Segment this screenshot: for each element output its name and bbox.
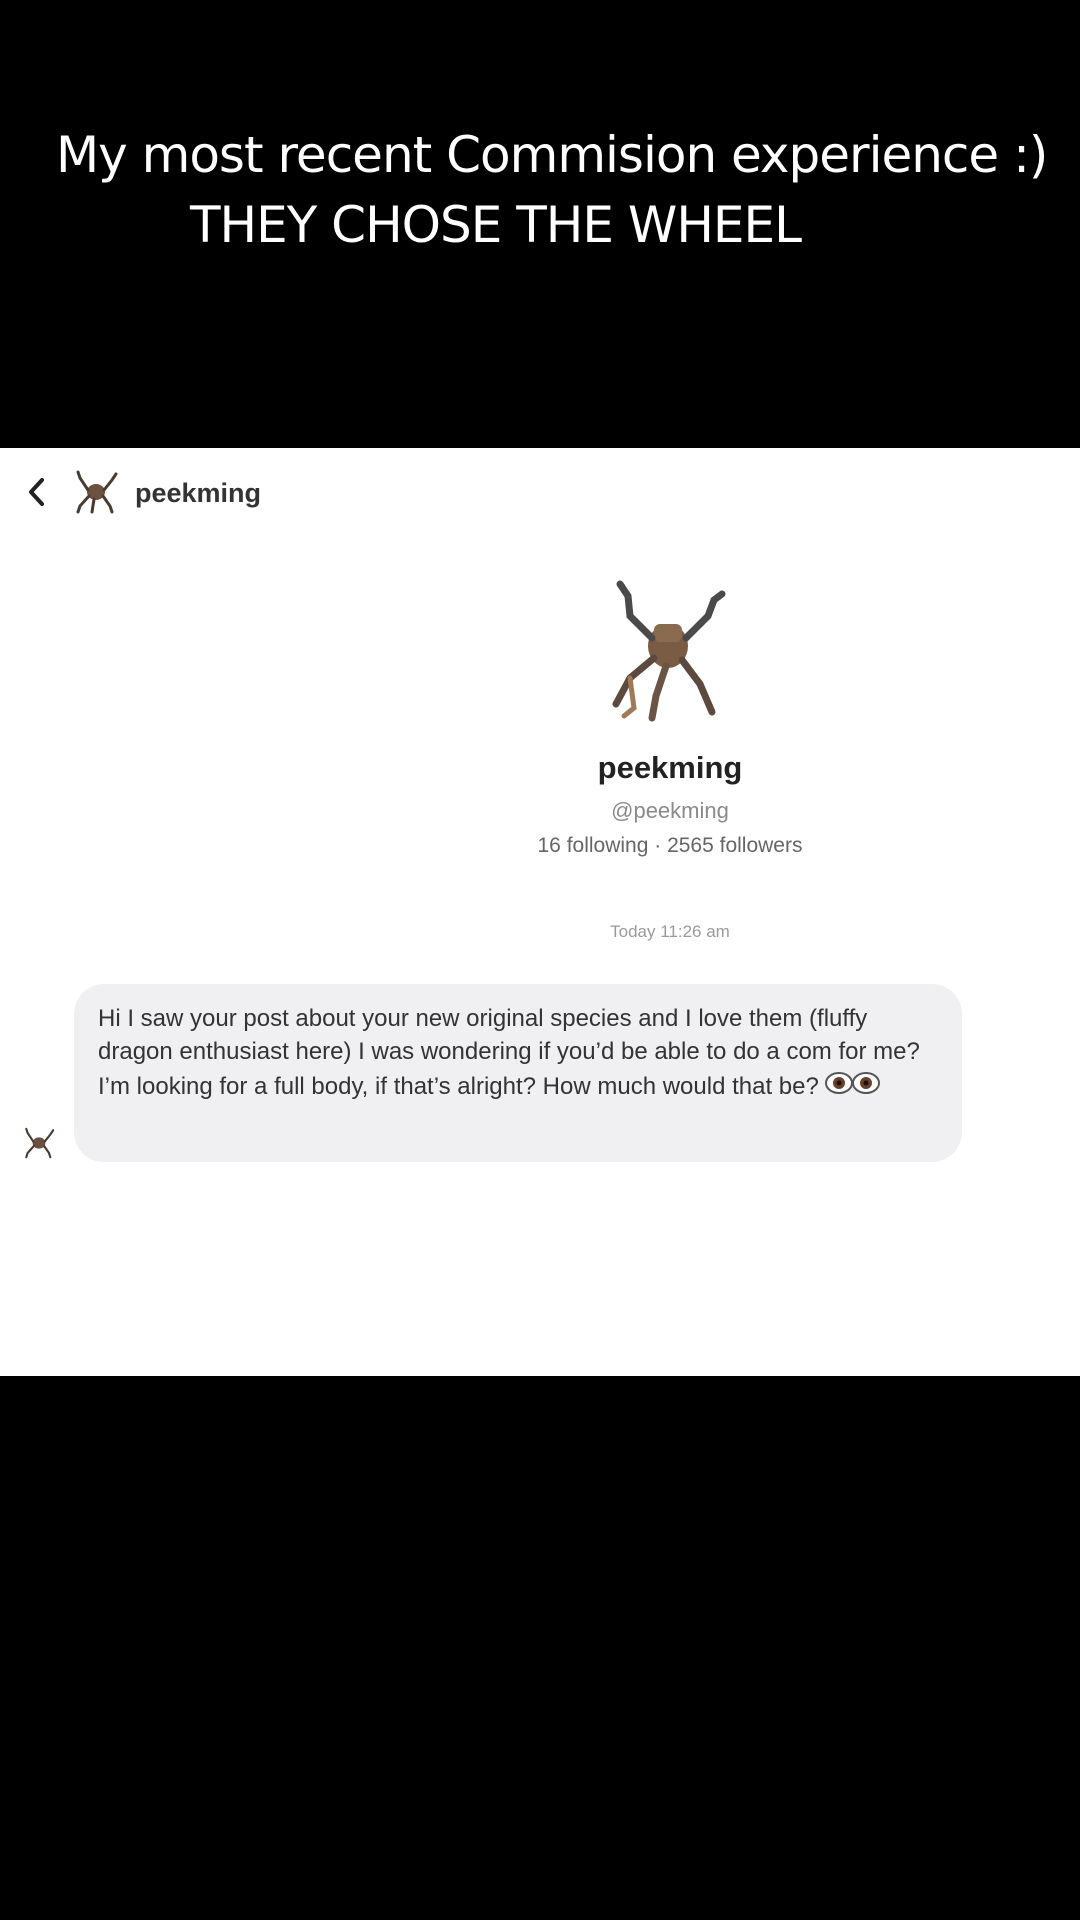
profile-handle: @peekming	[611, 798, 729, 823]
caption-line-1: My most recent Commision experience :)	[56, 126, 1048, 184]
chevron-left-icon	[29, 478, 44, 506]
message-content: Hi I saw your post about your new origin…	[98, 1002, 938, 1107]
message-text: Hi I saw your post about your new origin…	[98, 1005, 920, 1100]
spider-creature-icon	[76, 470, 118, 514]
eyes-emoji-icon	[824, 1068, 881, 1107]
spider-creature-icon	[25, 1127, 55, 1159]
avatar[interactable]	[72, 468, 120, 516]
message-timestamp: Today 11:26 am	[610, 922, 730, 941]
profile-stats: 16 following · 2565 followers	[537, 834, 803, 857]
chat-screenshot: peekming peekming @peekming 16 following…	[0, 448, 1080, 1376]
message-bubble[interactable]: Hi I saw your post about your new origin…	[74, 984, 962, 1162]
message-avatar[interactable]	[22, 1126, 56, 1160]
chat-header: peekming	[0, 448, 1080, 538]
spider-creature-icon	[612, 580, 726, 722]
caption-line-2: THEY CHOSE THE WHEEL	[190, 196, 802, 254]
back-button[interactable]	[22, 472, 52, 512]
header-username[interactable]: peekming	[135, 478, 261, 509]
profile-display-name: peekming	[597, 750, 743, 785]
profile-avatar[interactable]	[590, 576, 750, 726]
